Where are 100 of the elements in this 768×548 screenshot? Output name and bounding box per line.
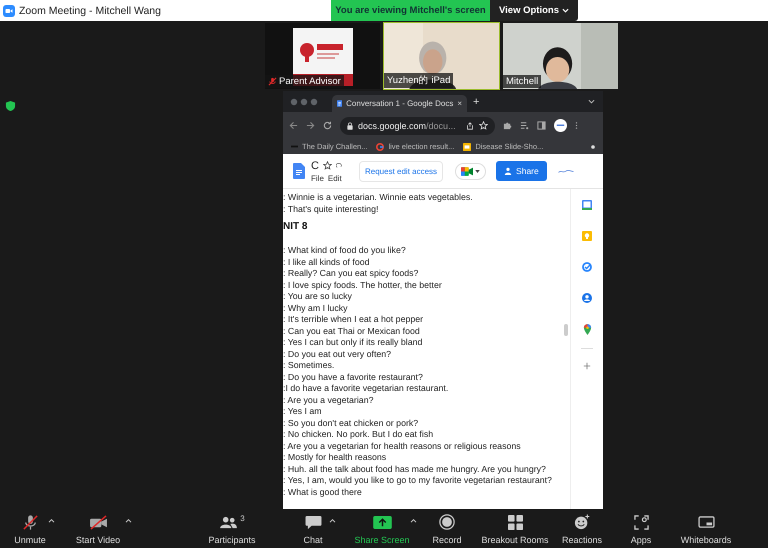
toolbar-button[interactable]: 3 Participants	[202, 514, 262, 544]
document-line: : So you don't eat chicken or pork?	[283, 418, 420, 429]
document-line: : Can you eat Thai or Mexican food	[283, 326, 421, 337]
document-line: : Do you eat out very often?	[283, 348, 392, 360]
breakout-rooms-icon	[508, 514, 522, 530]
menu-item[interactable]: File	[311, 174, 324, 182]
document-title[interactable]: C	[311, 160, 319, 172]
lock-icon	[347, 122, 353, 130]
toolbar-button[interactable]: Apps	[621, 514, 661, 544]
toolbar-button[interactable]: Record	[425, 514, 469, 544]
tab-title: Conversation 1 - Google Docs	[346, 99, 454, 108]
video-tile[interactable]: Mitchell	[502, 22, 619, 90]
toolbar-button[interactable]: Breakout Rooms	[477, 514, 553, 544]
slides-icon	[463, 142, 472, 150]
meet-button[interactable]	[455, 162, 486, 180]
toolbar-button[interactable]: Whiteboards	[674, 514, 738, 544]
document-line: : What is good there	[283, 486, 363, 498]
toolbar-button[interactable]: Share Screen	[350, 514, 414, 544]
share-screen-icon	[372, 516, 392, 528]
profile-avatar-icon[interactable]	[554, 119, 567, 132]
document-heading: NIT 8	[283, 221, 308, 233]
chat-icon	[304, 514, 322, 530]
document-line: : Do you have a favorite restaurant?	[283, 372, 424, 383]
new-tab-button[interactable]: +	[473, 96, 480, 108]
participant-count: 3	[240, 514, 245, 522]
puzzle-icon[interactable]	[503, 121, 512, 130]
share-button[interactable]: Share	[496, 161, 547, 181]
participants-icon	[219, 516, 238, 528]
caret-up-icon[interactable]	[125, 518, 132, 522]
toolbar-button[interactable]: Chat	[293, 514, 333, 544]
media-list-icon[interactable]	[520, 121, 529, 130]
caret-up-icon[interactable]	[410, 518, 417, 522]
video-camera-icon	[461, 166, 474, 176]
document-line: : Huh. all the talk about food has made me hungry. Are you hungry?	[283, 464, 547, 475]
smiley-icon	[574, 514, 590, 530]
calendar-icon[interactable]	[582, 200, 592, 210]
participant-name: Yuzhen的 iPad	[387, 74, 450, 87]
menu-item[interactable]: Edit	[328, 174, 342, 182]
document-line: : Yes, I am, would you like to go to my favorite vegetarian restaurant?	[283, 475, 553, 486]
url-text: docs.google.com/docu...	[358, 120, 457, 130]
view-options-button[interactable]: View Options	[490, 0, 578, 21]
window-title: Zoom Meeting - Mitchell Wang	[19, 4, 161, 16]
add-icon[interactable]	[583, 362, 591, 370]
more-bookmarks-icon[interactable]	[591, 144, 595, 148]
side-panel-icon[interactable]	[537, 121, 546, 130]
document-line: : Why am I lucky	[283, 302, 349, 314]
document-icon	[337, 99, 342, 108]
document-line: : Really? Can you eat spicy foods?	[283, 268, 420, 280]
cloud-status-icon	[336, 161, 342, 170]
document-line: : Yes I am	[283, 406, 323, 418]
screen-share-banner: You are viewing Mitchell's screen	[331, 0, 490, 21]
shield-icon[interactable]	[5, 100, 16, 112]
request-edit-access-button[interactable]: Request edit access	[359, 160, 444, 182]
toolbar-button[interactable]: Unmute	[8, 514, 52, 544]
document-line: : No chicken. No pork. But I do eat fish	[283, 429, 434, 440]
menu-icon[interactable]	[575, 121, 578, 130]
document-line: : I like all kinds of food	[283, 256, 371, 268]
scrollbar-thumb[interactable]	[564, 324, 568, 336]
toolbar-button[interactable]: Start Video	[67, 514, 129, 544]
forward-icon[interactable]	[306, 121, 315, 130]
zoom-logo-icon	[3, 4, 15, 16]
close-tab-button[interactable]: ×	[457, 99, 462, 108]
chevron-down-icon[interactable]	[588, 98, 595, 105]
share-page-icon[interactable]	[466, 122, 474, 130]
reload-icon[interactable]	[323, 121, 332, 130]
caret-up-icon[interactable]	[329, 518, 336, 522]
document-line: : Sometimes.	[283, 360, 336, 372]
bookmark-icon	[291, 143, 298, 150]
document-line: : It's terrible when I eat a hot pepper	[283, 314, 424, 326]
video-tile[interactable]: Parent Advisor	[264, 22, 381, 90]
contacts-icon[interactable]	[582, 293, 592, 303]
whiteboard-icon	[698, 516, 714, 528]
participant-name: Mitchell	[506, 76, 538, 87]
document-line: : Are you a vegetarian for health reasons or religious reasons	[283, 440, 522, 452]
toolbar-button[interactable]: Reactions	[555, 514, 609, 544]
tasks-icon[interactable]	[582, 262, 592, 272]
caret-up-icon[interactable]	[48, 518, 55, 522]
document-line: : Are you a vegetarian?	[283, 394, 374, 406]
apps-icon	[634, 514, 648, 530]
window-controls-icon	[290, 98, 320, 106]
google-icon	[376, 142, 384, 150]
record-icon	[439, 514, 455, 530]
back-icon[interactable]	[289, 121, 298, 130]
document-line: : That's quite interesting!	[283, 204, 380, 215]
document-line: : Mostly for health reasons	[283, 452, 388, 464]
participant-name: Parent Advisor	[279, 76, 341, 87]
document-line: : You are so lucky	[283, 291, 353, 302]
star-icon[interactable]	[322, 161, 332, 170]
document-line: : Winnie is a vegetarian. Winnie eats vegetables.	[283, 192, 474, 204]
map-pin-icon[interactable]	[582, 324, 592, 335]
document-line: :I do have a favorite vegetarian restaurant.	[283, 383, 450, 394]
browser-tab[interactable]: Conversation 1 - Google Docs ×	[332, 95, 467, 112]
document-line: : I love spicy foods. The hotter, the better	[283, 280, 443, 291]
document-line: : What kind of food do you like?	[283, 245, 407, 256]
video-tile[interactable]: Yuzhen的 iPad	[383, 22, 500, 90]
address-bar[interactable]: docs.google.com/docu...	[340, 116, 495, 134]
caret-icon	[475, 170, 480, 172]
person-add-icon	[504, 167, 512, 175]
chevron-down-icon	[562, 7, 569, 14]
signature-logo-icon	[556, 168, 575, 174]
